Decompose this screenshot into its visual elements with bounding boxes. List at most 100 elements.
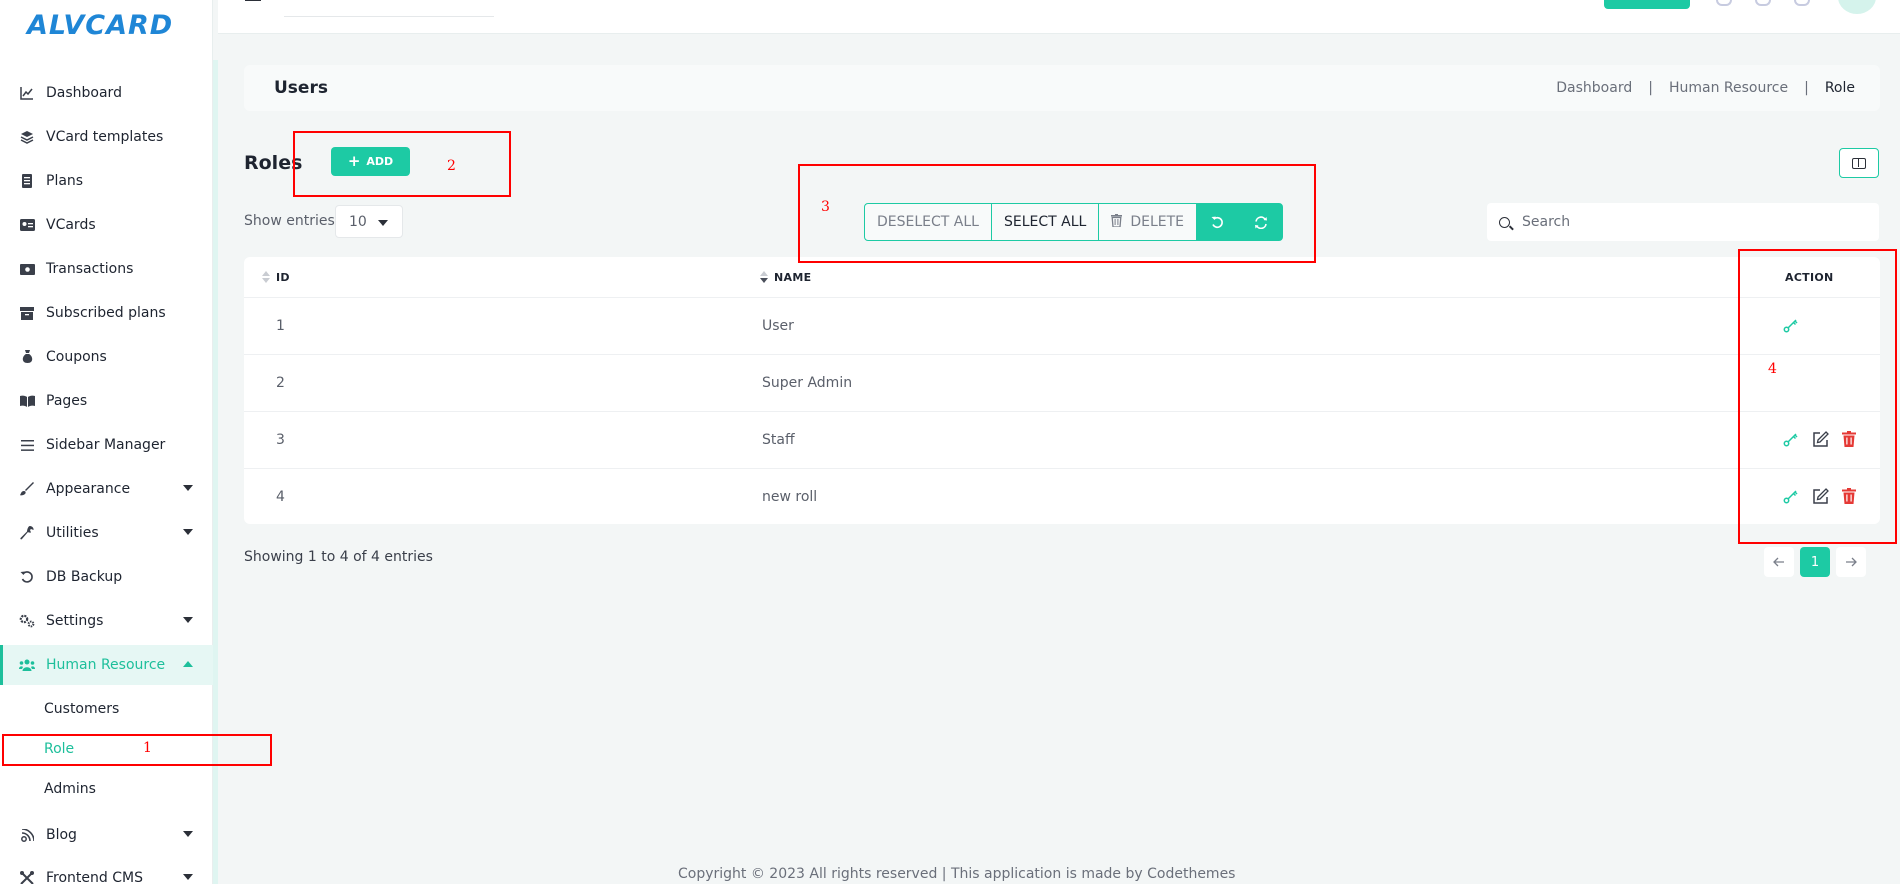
sidebar-item-db-backup[interactable]: DB Backup <box>0 557 213 597</box>
table-row: 2 Super Admin <box>244 354 1880 411</box>
annotation-label-1: 1 <box>143 740 152 756</box>
table-row: 4 new roll <box>244 468 1880 525</box>
annotation-box-4 <box>1738 249 1897 544</box>
sort-icon <box>262 271 270 283</box>
column-header-id[interactable]: ID <box>262 257 290 297</box>
sidebar-item-label: Human Resource <box>46 657 166 673</box>
sidebar-subitem-customers[interactable]: Customers <box>44 701 119 717</box>
chevron-down-icon <box>378 220 388 226</box>
sort-desc-icon <box>760 271 768 283</box>
search-input[interactable] <box>1522 214 1862 230</box>
money-bill-icon <box>19 261 35 277</box>
footer-copyright: Copyright © 2023 All rights reserved | T… <box>678 866 1236 882</box>
archive-icon <box>19 305 35 321</box>
menu-toggle-icon[interactable] <box>245 0 261 6</box>
sidebar-item-blog[interactable]: Blog <box>0 815 213 855</box>
table-row: 3 Staff <box>244 411 1880 468</box>
sidebar-item-human-resource[interactable]: Human Resource <box>0 645 213 685</box>
page-header: Users Dashboard | Human Resource | Role <box>244 65 1880 111</box>
annotation-box-3 <box>798 164 1316 263</box>
app-logo[interactable]: ALVCARD <box>27 10 173 41</box>
sidebar-item-dashboard[interactable]: Dashboard <box>0 73 213 113</box>
sidebar-item-subscribed-plans[interactable]: Subscribed plans <box>0 293 213 333</box>
sidebar-item-sidebar-manager[interactable]: Sidebar Manager <box>0 425 213 465</box>
table-info: Showing 1 to 4 of 4 entries <box>244 549 433 565</box>
sidebar-item-label: VCard templates <box>46 129 164 145</box>
gears-icon <box>19 613 35 629</box>
sidebar-item-label: Plans <box>46 173 84 189</box>
breadcrumb-separator: | <box>1648 80 1653 96</box>
annotation-label-4: 4 <box>1768 361 1777 377</box>
page-header-title: Users <box>274 78 328 98</box>
window-icon[interactable] <box>1755 0 1771 6</box>
entries-value: 10 <box>349 214 367 230</box>
sidebar-item-label: DB Backup <box>46 569 123 585</box>
cell-name: new roll <box>762 489 818 505</box>
sidebar-item-label: Dashboard <box>46 85 122 101</box>
annotation-label-3: 3 <box>821 199 830 215</box>
breadcrumb-dashboard[interactable]: Dashboard <box>1556 80 1632 96</box>
sidebar-item-label: Utilities <box>46 525 99 541</box>
cell-id: 4 <box>276 489 285 505</box>
sidebar-item-settings[interactable]: Settings <box>0 601 213 641</box>
chart-line-icon <box>19 85 35 101</box>
pagination: 1 <box>1764 547 1866 577</box>
annotation-box-1 <box>2 734 272 766</box>
globe-icon[interactable] <box>1716 0 1732 6</box>
top-navbar <box>218 0 1900 34</box>
annotation-box-2 <box>293 131 511 197</box>
sidebar-subitem-admins[interactable]: Admins <box>44 781 96 797</box>
sidebar-item-label: Blog <box>46 827 77 843</box>
receipt-icon <box>19 173 35 189</box>
id-card-icon <box>19 217 35 233</box>
sidebar-item-plans[interactable]: Plans <box>0 161 213 201</box>
avatar[interactable] <box>1838 0 1876 14</box>
sidebar-item-transactions[interactable]: Transactions <box>0 249 213 289</box>
cell-id: 3 <box>276 432 285 448</box>
sidebar-item-vcards[interactable]: VCards <box>0 205 213 245</box>
wrench-icon <box>19 525 35 541</box>
top-action-button[interactable] <box>1604 0 1690 9</box>
next-page-button[interactable] <box>1836 547 1866 577</box>
users-icon <box>19 657 35 673</box>
cell-id: 2 <box>276 375 285 391</box>
sidebar-item-pages[interactable]: Pages <box>0 381 213 421</box>
breadcrumb-human-resource[interactable]: Human Resource <box>1669 80 1788 96</box>
sidebar-item-label: Pages <box>46 393 88 409</box>
book-open-icon <box>19 393 35 409</box>
show-entries-label: Show entries <box>244 213 335 229</box>
annotation-label-2: 2 <box>447 158 456 174</box>
cell-name: User <box>762 318 794 334</box>
sidebar-item-label: VCards <box>46 217 96 233</box>
sidebar-item-frontend-cms[interactable]: Frontend CMS <box>0 858 213 884</box>
blog-icon <box>19 827 35 843</box>
sidebar-item-utilities[interactable]: Utilities <box>0 513 213 553</box>
column-header-label: NAME <box>774 270 812 284</box>
sidebar-item-appearance[interactable]: Appearance <box>0 469 213 509</box>
previous-page-button[interactable] <box>1764 547 1794 577</box>
cell-id: 1 <box>276 318 285 334</box>
layers-icon <box>19 129 35 145</box>
global-search-input[interactable] <box>284 0 494 17</box>
table-search <box>1487 203 1879 241</box>
bell-icon[interactable] <box>1794 0 1810 6</box>
rotate-left-icon <box>19 569 35 585</box>
arrow-left-icon <box>1773 557 1784 567</box>
breadcrumb: Dashboard | Human Resource | Role <box>1556 80 1855 96</box>
cell-name: Staff <box>762 432 795 448</box>
columns-icon <box>1852 157 1866 169</box>
sidebar-item-coupons[interactable]: Coupons <box>0 337 213 377</box>
sidebar-item-label: Appearance <box>46 481 131 497</box>
tools-icon <box>19 870 35 884</box>
search-icon <box>1499 216 1510 228</box>
page-button[interactable]: 1 <box>1800 547 1830 577</box>
column-header-name[interactable]: NAME <box>760 257 811 297</box>
column-visibility-button[interactable] <box>1839 148 1879 178</box>
sidebar-item-vcard-templates[interactable]: VCard templates <box>0 117 213 157</box>
entries-per-page-select[interactable]: 10 <box>335 205 403 238</box>
chevron-down-icon <box>183 529 193 535</box>
sidebar-item-label: Frontend CMS <box>46 870 143 884</box>
sidebar-item-label: Transactions <box>46 261 134 277</box>
chevron-down-icon <box>183 874 193 880</box>
chevron-down-icon <box>183 485 193 491</box>
